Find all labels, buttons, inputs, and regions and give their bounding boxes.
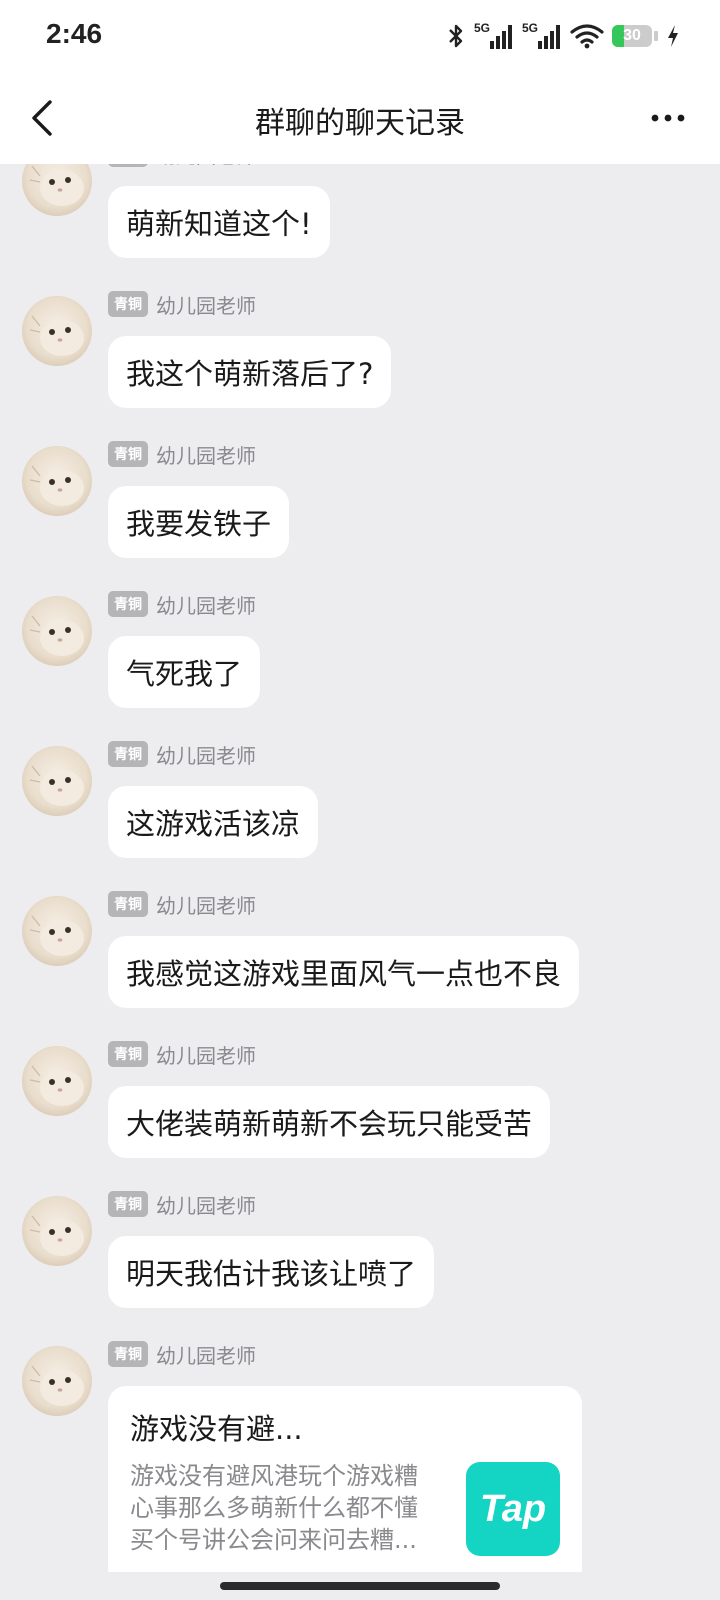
- sender-name[interactable]: 幼儿园老师: [156, 740, 256, 769]
- message-bubble[interactable]: 这游戏活该凉: [108, 786, 319, 858]
- page-title: 群聊的聊天记录: [255, 106, 465, 141]
- status-icons: 5G 5G 30: [446, 18, 680, 54]
- avatar[interactable]: [22, 1046, 92, 1116]
- status-bar: 2:46 5G 5G 30: [0, 0, 720, 72]
- avatar[interactable]: [22, 164, 92, 216]
- charging-icon: [666, 24, 680, 48]
- chat-history-list[interactable]: 青铜幼儿园老师萌新知道这个! 青铜幼儿园老师我这个萌新落后了?: [0, 164, 720, 1572]
- signal-5g-icon: 5G: [474, 21, 514, 51]
- message-bubble[interactable]: 我要发铁子: [108, 486, 290, 558]
- sender-name[interactable]: 幼儿园老师: [156, 290, 256, 319]
- home-indicator[interactable]: [220, 1582, 500, 1590]
- link-card[interactable]: 游戏没有避... 游戏没有避风港玩个游戏糟心事那么多萌新什么都不懂买个号讲公会问来…: [108, 1386, 582, 1572]
- clock: 2:46: [46, 18, 103, 49]
- battery-level: 30: [623, 27, 641, 44]
- rank-badge: 青铜: [108, 1341, 148, 1367]
- message-meta: 青铜幼儿园老师: [108, 1190, 256, 1218]
- more-dots-icon: [651, 114, 685, 122]
- avatar[interactable]: [22, 746, 92, 816]
- card-description: 游戏没有避风港玩个游戏糟心事那么多萌新什么都不懂买个号讲公会问来问去糟...: [130, 1462, 418, 1554]
- message-meta: 青铜 幼儿园老师: [108, 164, 256, 168]
- message-meta: 青铜幼儿园老师: [108, 1040, 256, 1068]
- top-navigation-bar: 群聊的聊天记录: [0, 72, 720, 164]
- system-navigation-bar: [0, 1572, 720, 1600]
- message-bubble[interactable]: 气死我了: [108, 636, 261, 708]
- bluetooth-icon: [446, 22, 466, 50]
- avatar[interactable]: [22, 1196, 92, 1266]
- message-meta: 青铜幼儿园老师: [108, 890, 256, 918]
- rank-badge: 青铜: [108, 591, 148, 617]
- rank-badge: 青铜: [108, 1191, 148, 1217]
- battery-icon: 30: [612, 25, 658, 47]
- sender-name[interactable]: 幼儿园老师: [156, 164, 256, 169]
- more-options-button[interactable]: [640, 94, 696, 142]
- sender-name[interactable]: 幼儿园老师: [156, 890, 256, 919]
- avatar[interactable]: [22, 446, 92, 516]
- svg-text:5G: 5G: [474, 21, 490, 35]
- wifi-icon: [570, 22, 604, 50]
- rank-badge: 青铜: [108, 291, 148, 317]
- message-meta: 青铜幼儿园老师: [108, 740, 256, 768]
- message-bubble[interactable]: 明天我估计我该让喷了: [108, 1236, 435, 1308]
- card-title: 游戏没有避...: [130, 1412, 303, 1446]
- rank-badge: 青铜: [108, 164, 148, 167]
- rank-badge: 青铜: [108, 441, 148, 467]
- taptap-logo: Tap: [466, 1462, 560, 1556]
- message-meta: 青铜幼儿园老师: [108, 290, 256, 318]
- rank-badge: 青铜: [108, 741, 148, 767]
- rank-badge: 青铜: [108, 1041, 148, 1067]
- message-bubble[interactable]: 我这个萌新落后了?: [108, 336, 392, 408]
- message-bubble[interactable]: 萌新知道这个!: [108, 186, 330, 258]
- message-meta: 青铜幼儿园老师: [108, 1340, 256, 1368]
- svg-text:5G: 5G: [522, 21, 538, 35]
- sender-name[interactable]: 幼儿园老师: [156, 1340, 256, 1369]
- sender-name[interactable]: 幼儿园老师: [156, 1040, 256, 1069]
- signal-5g-icon: 5G: [522, 21, 562, 51]
- message-meta: 青铜幼儿园老师: [108, 590, 256, 618]
- avatar[interactable]: [22, 896, 92, 966]
- avatar[interactable]: [22, 596, 92, 666]
- avatar[interactable]: [22, 296, 92, 366]
- sender-name[interactable]: 幼儿园老师: [156, 1190, 256, 1219]
- message-bubble[interactable]: 我感觉这游戏里面风气一点也不良: [108, 936, 580, 1008]
- message-meta: 青铜幼儿园老师: [108, 440, 256, 468]
- sender-name[interactable]: 幼儿园老师: [156, 590, 256, 619]
- sender-name[interactable]: 幼儿园老师: [156, 440, 256, 469]
- avatar[interactable]: [22, 1346, 92, 1416]
- rank-badge: 青铜: [108, 891, 148, 917]
- message-bubble[interactable]: 大佬装萌新萌新不会玩只能受苦: [108, 1086, 551, 1158]
